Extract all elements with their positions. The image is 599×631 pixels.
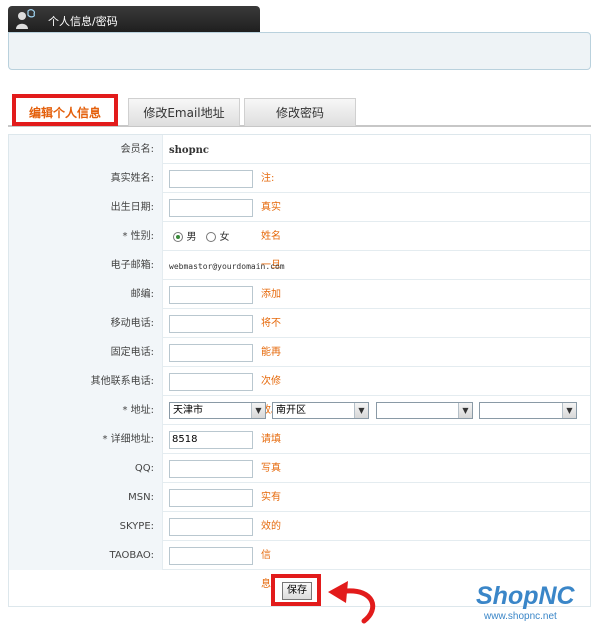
email-label: 电子邮箱: (9, 251, 163, 280)
tab-change-email[interactable]: 修改Email地址 (128, 98, 240, 126)
detail-address-label: * 详细地址: (9, 425, 163, 454)
qq-input[interactable] (169, 460, 253, 478)
username-value-cell: shopnc (169, 135, 209, 164)
row-detail-address: * 详细地址: 8518 请填写真实有效的信息。 (9, 425, 590, 590)
other-phone-label: 其他联系电话: (9, 367, 163, 396)
zipcode-label: 邮编: (9, 280, 163, 309)
detail-address-input[interactable]: 8518 (169, 431, 253, 449)
address-label: * 地址: (9, 396, 163, 425)
province-value: 天津市 (173, 405, 203, 416)
area-level3-select[interactable]: ▼ (376, 402, 473, 419)
profile-form: 会员名: shopnc 真实姓名: 注:真实姓名一旦添加将不能再次修改。 出生日… (8, 134, 591, 607)
logo-brand: ShopNC (476, 582, 575, 610)
chevron-down-icon: ▼ (251, 403, 265, 418)
curved-arrow-icon (328, 581, 376, 624)
gender-label: * 性别: (9, 222, 163, 251)
taobao-label: TAOBAO: (9, 541, 163, 570)
other-phone-input[interactable] (169, 373, 253, 391)
gender-value-cell: 男 女 (173, 222, 236, 251)
skype-label: SKYPE: (9, 512, 163, 541)
row-msn: MSN: (9, 483, 590, 512)
gender-male-label: 男 (186, 231, 197, 243)
skype-input[interactable] (169, 518, 253, 536)
province-select[interactable]: 天津市 ▼ (169, 402, 266, 419)
msn-label: MSN: (9, 483, 163, 512)
row-skype: SKYPE: (9, 512, 590, 541)
header-panel (8, 32, 591, 70)
chevron-down-icon: ▼ (562, 403, 576, 418)
row-mobile: 移动电话: (9, 309, 590, 338)
mobile-label: 移动电话: (9, 309, 163, 338)
page-title: 个人信息/密码 (48, 15, 118, 28)
row-birthday: 出生日期: (9, 193, 590, 222)
chevron-down-icon: ▼ (354, 403, 368, 418)
birthday-label: 出生日期: (9, 193, 163, 222)
mobile-input[interactable] (169, 315, 253, 333)
email-value-cell: webmastor@yourdomain.com (169, 251, 285, 280)
header-tab: 个人信息/密码 (8, 6, 260, 32)
msn-input[interactable] (169, 489, 253, 507)
district-value: 南开区 (276, 405, 306, 416)
realname-label: 真实姓名: (9, 164, 163, 193)
save-button[interactable]: 保存 (282, 582, 312, 600)
page: 个人信息/密码 编辑个人信息 修改Email地址 修改密码 会员名: shopn… (0, 0, 599, 631)
row-taobao: TAOBAO: (9, 541, 590, 570)
zipcode-input[interactable] (169, 286, 253, 304)
shopnc-logo: ShopNC www.shopnc.net (468, 582, 593, 627)
logo-url: www.shopnc.net (484, 611, 557, 622)
username-label: 会员名: (9, 135, 163, 164)
taobao-input[interactable] (169, 547, 253, 565)
tab-change-password[interactable]: 修改密码 (244, 98, 356, 126)
row-other-phone: 其他联系电话: (9, 367, 590, 396)
user-icon (16, 9, 36, 29)
tab-bar: 编辑个人信息 修改Email地址 修改密码 (8, 90, 591, 128)
row-username: 会员名: shopnc (9, 135, 590, 164)
phone-label: 固定电话: (9, 338, 163, 367)
save-highlight: 保存 (271, 574, 321, 606)
qq-label: QQ: (9, 454, 163, 483)
row-email: 电子邮箱: webmastor@yourdomain.com (9, 251, 590, 280)
gender-male-radio[interactable] (173, 232, 183, 242)
birthday-input[interactable] (169, 199, 253, 217)
district-select[interactable]: 南开区 ▼ (272, 402, 369, 419)
row-qq: QQ: (9, 454, 590, 483)
row-address: * 地址: 天津市 ▼ 南开区 ▼ ▼ ▼ (9, 396, 590, 425)
row-realname: 真实姓名: 注:真实姓名一旦添加将不能再次修改。 (9, 164, 590, 416)
realname-input[interactable] (169, 170, 253, 188)
row-zipcode: 邮编: (9, 280, 590, 309)
area-level4-select[interactable]: ▼ (479, 402, 577, 419)
gender-female-label: 女 (219, 231, 230, 243)
email-value: webmastor@yourdomain.com (169, 262, 285, 271)
tab-edit-profile[interactable]: 编辑个人信息 (12, 94, 118, 126)
username-value: shopnc (169, 145, 209, 156)
row-phone: 固定电话: (9, 338, 590, 367)
gender-female-radio[interactable] (206, 232, 216, 242)
chevron-down-icon: ▼ (458, 403, 472, 418)
phone-input[interactable] (169, 344, 253, 362)
row-gender: * 性别: 男 女 (9, 222, 590, 251)
